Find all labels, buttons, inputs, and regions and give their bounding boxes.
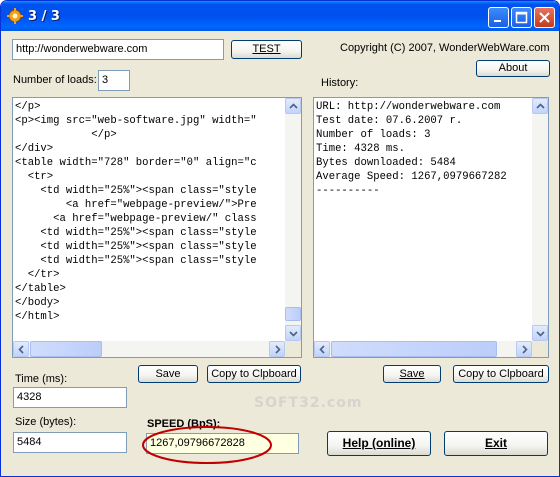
highlight-ellipse: [142, 426, 272, 464]
size-label: Size (bytes):: [15, 416, 77, 428]
maximize-button[interactable]: [511, 7, 532, 28]
window-title: 3 / 3: [28, 9, 60, 24]
loads-value: 3: [102, 74, 109, 86]
scroll-down-button[interactable]: [285, 325, 301, 341]
minimize-button[interactable]: [488, 7, 509, 28]
source-line: </tr>: [15, 269, 60, 281]
help-online-button[interactable]: Help (online): [327, 431, 431, 456]
history-line: URL: http://wonderwebware.com: [316, 101, 501, 113]
source-text: </p> <p><img src="web-software.jpg" width…: [15, 100, 257, 324]
scroll-corner: [532, 341, 548, 357]
arrow-down-icon: [289, 331, 298, 337]
gear-icon: [7, 8, 23, 24]
source-line: <tr>: [15, 171, 54, 183]
history-line: Number of loads: 3: [316, 129, 431, 141]
scroll-right-button[interactable]: [516, 341, 532, 357]
scroll-down-button[interactable]: [532, 325, 548, 341]
history-line: Bytes downloaded: 5484: [316, 157, 456, 169]
source-line: </body>: [15, 297, 60, 309]
minimize-icon: [494, 20, 501, 22]
history-label: History:: [321, 77, 359, 89]
source-line: <a href="webpage-preview/" class: [15, 213, 257, 225]
source-vertical-scrollbar[interactable]: [285, 98, 301, 341]
source-line: <td width="25%"><span class="style: [15, 255, 257, 267]
source-line: <td width="25%"><span class="style: [15, 185, 257, 197]
right-copy-clipboard-button[interactable]: Copy to Clpboard: [453, 365, 549, 383]
scroll-left-button[interactable]: [314, 341, 330, 357]
scroll-thumb[interactable]: [30, 341, 102, 357]
time-label: Time (ms):: [15, 373, 68, 385]
source-line: <table width="728" border="0" align="c: [15, 157, 257, 169]
history-vertical-scrollbar[interactable]: [532, 98, 548, 341]
source-line: </p>: [15, 129, 117, 141]
history-line: Time: 4328 ms.: [316, 143, 406, 155]
test-button[interactable]: TEST: [231, 40, 302, 59]
source-horizontal-scrollbar[interactable]: [13, 341, 285, 357]
copyright-text: Copyright (C) 2007, WonderWebWare.com: [340, 42, 550, 54]
time-field[interactable]: 4328: [13, 387, 127, 408]
source-line: <td width="25%"><span class="style: [15, 241, 257, 253]
scroll-right-button[interactable]: [269, 341, 285, 357]
arrow-up-icon: [536, 103, 545, 109]
scroll-up-button[interactable]: [532, 98, 548, 114]
arrow-left-icon: [319, 345, 325, 354]
loads-input[interactable]: 3: [98, 70, 130, 91]
history-memo[interactable]: URL: http://wonderwebware.com Test date: …: [313, 97, 549, 358]
app-window: 3 / 3 http://wonderwebware.com TEST Copy…: [0, 0, 560, 477]
scroll-thumb[interactable]: [331, 341, 497, 357]
history-text: URL: http://wonderwebware.com Test date: …: [316, 100, 507, 198]
loads-label: Number of loads:: [13, 74, 97, 86]
scroll-thumb[interactable]: [285, 307, 301, 321]
url-value: http://wonderwebware.com: [16, 43, 148, 55]
source-line: <p><img src="web-software.jpg" width=": [15, 115, 257, 127]
scroll-left-button[interactable]: [13, 341, 29, 357]
close-icon: [539, 12, 550, 23]
source-line: <td width="25%"><span class="style: [15, 227, 257, 239]
source-memo[interactable]: </p> <p><img src="web-software.jpg" width…: [12, 97, 302, 358]
source-line: <a href="webpage-preview/">Pre: [15, 199, 257, 211]
source-line: </p>: [15, 101, 41, 113]
maximize-icon: [515, 11, 528, 24]
history-line: ----------: [316, 185, 380, 197]
arrow-up-icon: [289, 103, 298, 109]
source-line: </table>: [15, 283, 66, 295]
exit-button[interactable]: Exit: [444, 431, 548, 456]
time-value: 4328: [17, 391, 42, 403]
arrow-right-icon: [275, 345, 281, 354]
size-field[interactable]: 5484: [13, 432, 127, 453]
source-line: </html>: [15, 311, 60, 323]
arrow-left-icon: [18, 345, 24, 354]
left-copy-clipboard-button[interactable]: Copy to Clpboard: [207, 365, 301, 383]
watermark: SOFT32.com: [254, 395, 363, 411]
arrow-down-icon: [536, 331, 545, 337]
right-save-button[interactable]: Save: [383, 365, 441, 383]
history-line: Test date: 07.6.2007 r.: [316, 115, 463, 127]
source-line: </div>: [15, 143, 54, 155]
arrow-right-icon: [522, 345, 528, 354]
title-bar[interactable]: 3 / 3: [1, 1, 559, 31]
close-button[interactable]: [534, 7, 555, 28]
url-input[interactable]: http://wonderwebware.com: [12, 39, 224, 60]
size-value: 5484: [17, 436, 42, 448]
left-save-button[interactable]: Save: [138, 365, 198, 383]
history-horizontal-scrollbar[interactable]: [314, 341, 532, 357]
about-button[interactable]: About: [476, 60, 550, 77]
scroll-corner: [285, 341, 301, 357]
history-line: Average Speed: 1267,0979667282: [316, 171, 507, 183]
scroll-up-button[interactable]: [285, 98, 301, 114]
